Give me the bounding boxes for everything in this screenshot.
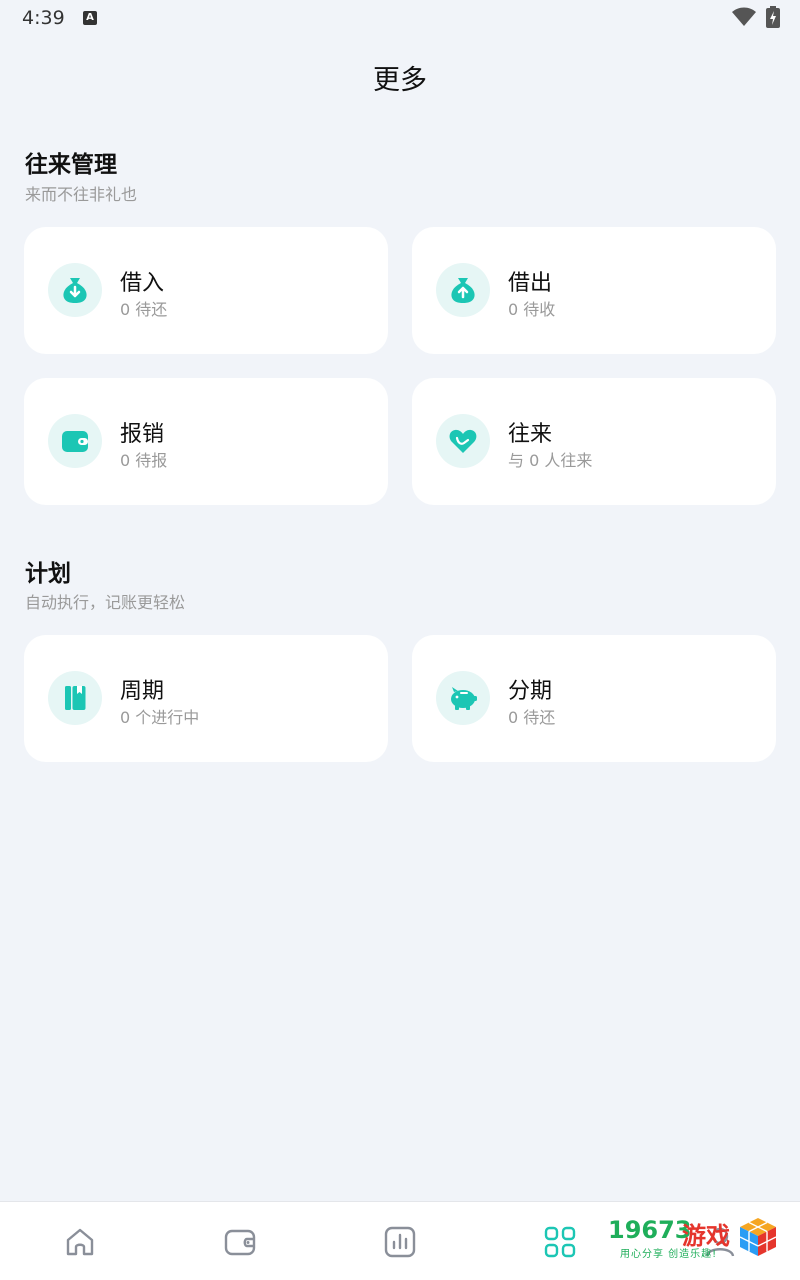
card-borrow-out[interactable]: 借出 0 待收 <box>412 227 776 354</box>
card-title: 往来 <box>508 422 553 447</box>
card-recurring[interactable]: 周期 0 个进行中 <box>24 635 388 762</box>
page-title: 更多 <box>373 65 427 96</box>
watermark-logo: 19673 游戏 用心分享 创造乐趣! <box>606 1214 796 1272</box>
card-subtitle: 0 待还 <box>120 300 168 319</box>
watermark-number: 19673 <box>608 1216 692 1244</box>
card-title: 分期 <box>508 679 553 704</box>
home-icon <box>66 1228 94 1256</box>
status-bar: 4:39 A <box>0 0 800 36</box>
notification-a-icon: A <box>83 11 97 25</box>
wallet-icon <box>48 414 102 468</box>
card-subtitle: 0 待收 <box>508 300 556 319</box>
card-reimburse[interactable]: 报销 0 待报 <box>24 378 388 505</box>
card-dealings[interactable]: 往来 与 0 人往来 <box>412 378 776 505</box>
cube-logo-icon <box>739 1218 777 1256</box>
card-subtitle: 0 个进行中 <box>120 708 200 727</box>
nav-wallet[interactable] <box>220 1222 260 1262</box>
wallet-icon <box>224 1229 256 1256</box>
section-subtitle-dealings: 来而不往非礼也 <box>25 185 138 204</box>
card-borrow-in[interactable]: 借入 0 待还 <box>24 227 388 354</box>
card-title: 借入 <box>120 271 165 296</box>
book-icon <box>48 671 102 725</box>
status-time: 4:39 <box>22 7 65 29</box>
grid-icon <box>544 1226 576 1258</box>
chart-icon <box>384 1226 416 1258</box>
battery-icon <box>766 6 780 28</box>
card-title: 报销 <box>120 422 165 447</box>
section-title-dealings: 往来管理 <box>25 152 117 178</box>
card-title: 借出 <box>508 271 553 296</box>
wifi-icon <box>732 7 756 26</box>
heart-hand-icon <box>436 414 490 468</box>
nav-more[interactable] <box>540 1222 580 1262</box>
money-bag-down-icon <box>48 263 102 317</box>
card-title: 周期 <box>120 679 165 704</box>
nav-home[interactable] <box>60 1222 100 1262</box>
card-subtitle: 0 待还 <box>508 708 556 727</box>
section-subtitle-plan: 自动执行，记账更轻松 <box>25 593 186 612</box>
nav-stats[interactable] <box>380 1222 420 1262</box>
card-installment[interactable]: 分期 0 待还 <box>412 635 776 762</box>
section-title-plan: 计划 <box>25 561 71 587</box>
piggy-bank-icon <box>436 671 490 725</box>
card-subtitle: 与 0 人往来 <box>508 451 593 470</box>
money-bag-up-icon <box>436 263 490 317</box>
watermark-tagline: 用心分享 创造乐趣! <box>620 1249 718 1260</box>
card-subtitle: 0 待报 <box>120 451 168 470</box>
